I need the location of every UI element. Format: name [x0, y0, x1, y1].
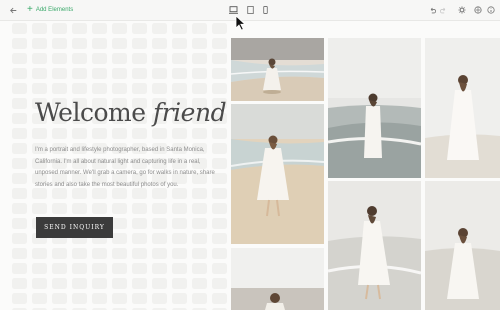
mobile-icon [263, 6, 268, 14]
hero-paragraph: I'm a portrait and lifestyle photographe… [35, 147, 215, 188]
gallery-photo-1[interactable] [231, 38, 324, 101]
undo-button[interactable] [429, 0, 436, 20]
editor-toolbar: + Add Elements [0, 0, 500, 21]
headline-italic: friend [152, 98, 227, 127]
layers-button[interactable] [474, 0, 482, 20]
tablet-icon [247, 6, 254, 14]
hero-headline: Welcome friend [35, 98, 227, 127]
gallery-photo-4[interactable] [328, 38, 421, 178]
beach-photo-image [231, 248, 324, 310]
add-elements-button[interactable]: + Add Elements [27, 0, 73, 20]
redo-icon [440, 7, 446, 13]
beach-photo-image [328, 38, 421, 178]
gallery-photo-2[interactable] [231, 104, 324, 244]
undo-icon [430, 7, 436, 13]
help-button[interactable] [487, 0, 495, 20]
tablet-view-button[interactable] [247, 1, 254, 19]
help-icon [487, 6, 495, 14]
beach-photo-image [425, 181, 500, 310]
gallery-photo-3[interactable] [231, 248, 324, 310]
gallery-photo-6[interactable] [425, 38, 500, 178]
send-inquiry-button[interactable]: SEND INQUIRY [36, 217, 113, 238]
add-elements-label: Add Elements [35, 7, 74, 13]
headline-regular: Welcome [35, 98, 146, 127]
desktop-icon [229, 6, 238, 14]
gallery-photo-7[interactable] [425, 181, 500, 310]
beach-photo-image [425, 38, 500, 178]
settings-button[interactable] [458, 0, 466, 20]
mobile-view-button[interactable] [263, 1, 268, 19]
back-button[interactable] [7, 0, 19, 20]
redo-button[interactable] [440, 0, 447, 20]
gear-icon [458, 6, 466, 14]
mouse-cursor-icon [235, 15, 246, 31]
plus-icon: + [27, 4, 33, 15]
beach-photo-image [328, 181, 421, 310]
beach-photo-image [231, 104, 324, 244]
back-arrow-icon [9, 7, 16, 13]
gallery-photo-5[interactable] [328, 181, 421, 310]
layers-icon [474, 6, 482, 14]
beach-photo-image [231, 38, 324, 101]
